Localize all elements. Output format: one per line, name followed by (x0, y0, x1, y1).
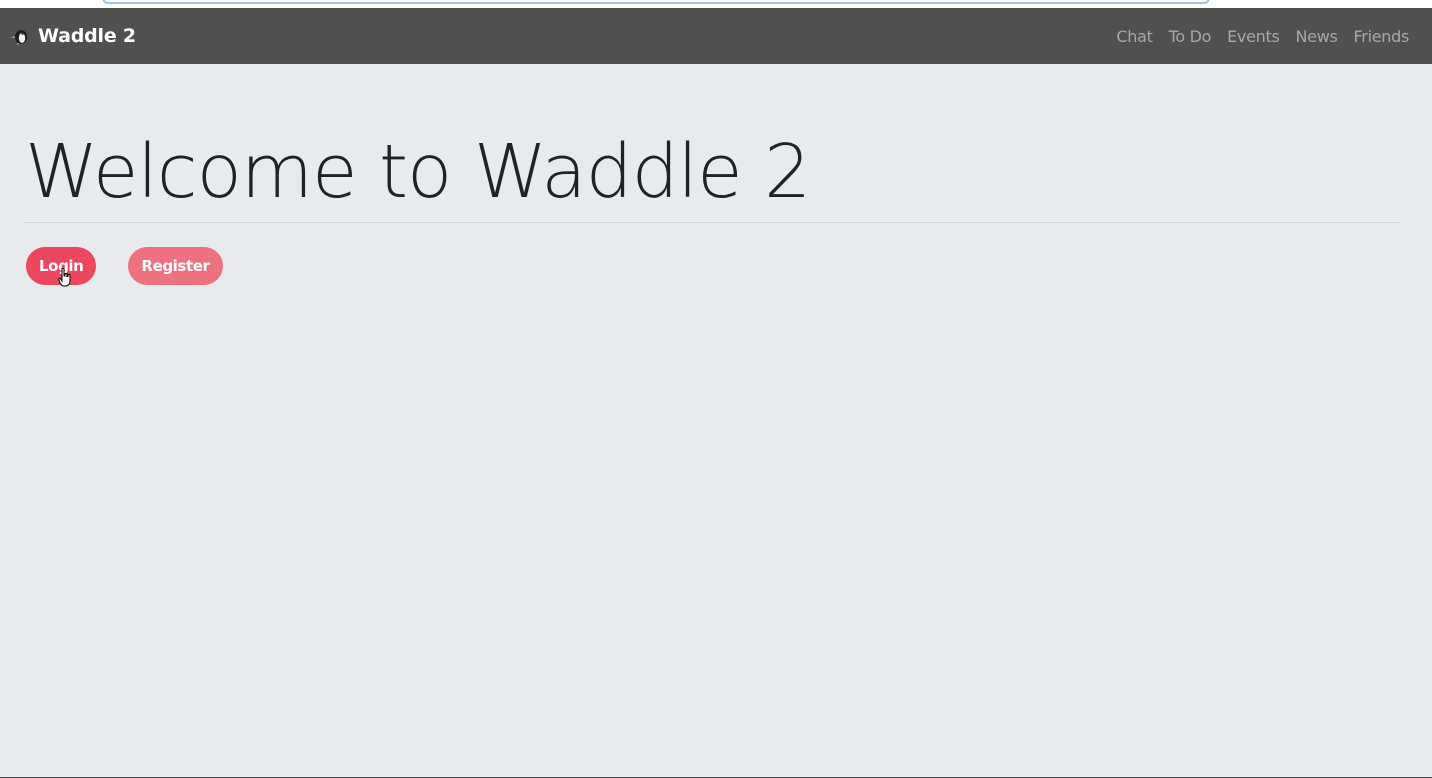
browser-top-strip (0, 0, 1432, 8)
hand-pointer-cursor-icon (58, 267, 72, 288)
main-content: Welcome to Waddle 2 Login Register (25, 64, 1401, 285)
nav-link-friends[interactable]: Friends (1346, 27, 1410, 46)
nav-link-todo[interactable]: To Do (1161, 27, 1220, 46)
nav-link-events[interactable]: Events (1219, 27, 1287, 46)
nav-links: Chat To Do Events News Friends (1108, 27, 1409, 46)
address-bar-edge[interactable] (102, 0, 1210, 4)
register-button[interactable]: Register (128, 247, 223, 285)
title-divider (25, 222, 1401, 223)
brand-name: Waddle 2 (38, 25, 136, 47)
penguin-icon (10, 25, 32, 47)
nav-link-news[interactable]: News (1288, 27, 1346, 46)
nav-link-chat[interactable]: Chat (1108, 27, 1160, 46)
top-navbar: Waddle 2 Chat To Do Events News Friends (0, 8, 1432, 64)
brand-link[interactable]: Waddle 2 (10, 25, 136, 47)
auth-actions: Login Register (26, 247, 223, 285)
page-title: Welcome to Waddle 2 (25, 129, 811, 215)
